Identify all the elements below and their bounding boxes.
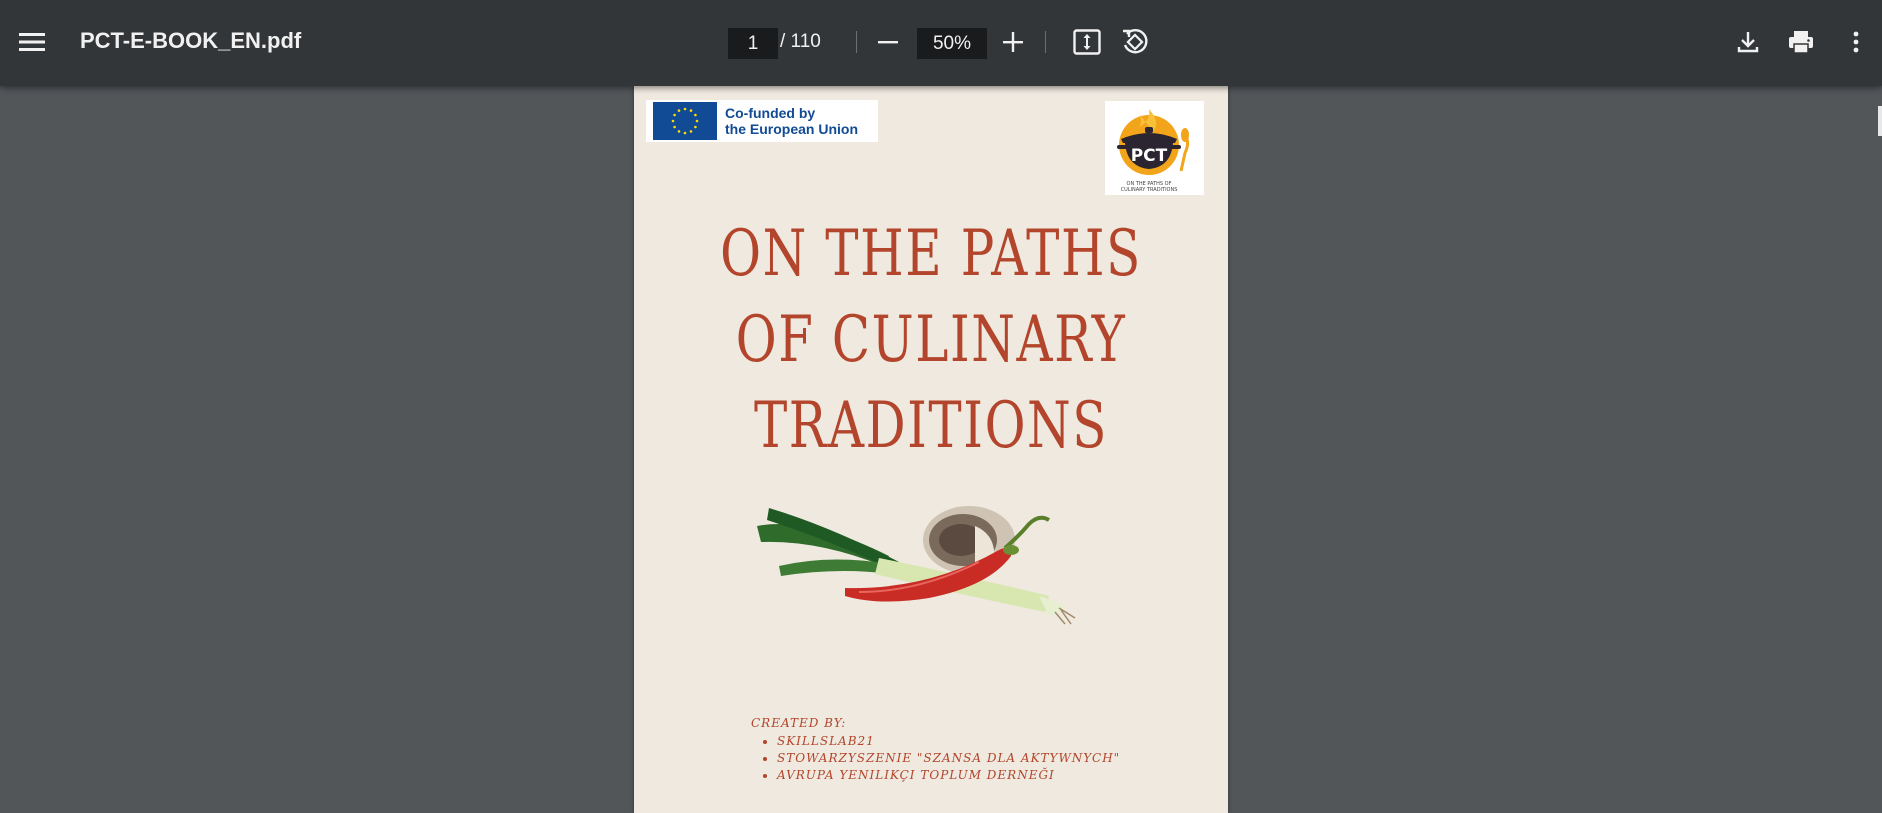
toolbar-divider — [856, 31, 857, 53]
cover-title: ON THE PATHS OF CULINARY TRADITIONS — [699, 211, 1162, 469]
eu-logo-text: Co-funded by the European Union — [725, 105, 858, 137]
zoom-level-input[interactable] — [917, 28, 987, 59]
creator-item: AVRUPA YENILIKÇI TOPLUM DERNEĞI — [777, 767, 1120, 784]
fit-to-page-button[interactable] — [1065, 20, 1109, 64]
rotate-icon — [1123, 29, 1148, 54]
cover-title-line-1: ON THE PATHS — [720, 217, 1142, 291]
scrollbar-thumb[interactable] — [1878, 106, 1882, 136]
minus-icon — [878, 41, 898, 44]
pdf-toolbar: PCT-E-BOOK_EN.pdf / 110 — [0, 0, 1882, 86]
creators-list: SKILLSLAB21 STOWARZYSZENIE "SZANSA DLA A… — [751, 733, 1120, 784]
cover-title-line-2: OF CULINARY — [735, 303, 1127, 377]
print-button[interactable] — [1779, 20, 1823, 64]
creator-item: SKILLSLAB21 — [777, 733, 1120, 750]
page-number-input[interactable] — [728, 28, 778, 59]
toolbar-divider — [1045, 31, 1046, 53]
zoom-out-button[interactable] — [866, 20, 910, 64]
menu-button[interactable] — [10, 20, 54, 64]
zoom-in-button[interactable] — [991, 20, 1035, 64]
fit-to-page-icon — [1073, 29, 1101, 55]
pdf-page-1: Co-funded by the European Union PCT ON T… — [634, 86, 1228, 813]
eu-logo-line-1: Co-funded by — [725, 105, 816, 121]
download-icon — [1737, 32, 1759, 53]
pct-logo-caption-2: CULINARY TRADITIONS — [1121, 187, 1178, 193]
file-name: PCT-E-BOOK_EN.pdf — [80, 28, 302, 53]
eu-cofunded-logo: Co-funded by the European Union — [646, 100, 878, 142]
hamburger-menu-icon — [19, 33, 45, 51]
pct-logo: PCT ON THE PATHS OF CULINARY TRADITIONS — [1105, 101, 1204, 195]
pct-pot-logo-icon: PCT ON THE PATHS OF CULINARY TRADITIONS — [1117, 109, 1190, 193]
credits-block: CREATED BY: SKILLSLAB21 STOWARZYSZENIE "… — [751, 716, 1120, 784]
creator-item: STOWARZYSZENIE "SZANSA DLA AKTYWNYCH" — [777, 750, 1120, 767]
more-actions-button[interactable] — [1834, 20, 1878, 64]
page-total: / 110 — [780, 31, 821, 52]
download-button[interactable] — [1726, 20, 1770, 64]
vegetables-illustration — [757, 506, 1076, 625]
eu-flag-icon — [653, 102, 717, 140]
rotate-button[interactable] — [1113, 20, 1157, 64]
eu-logo-line-2: the European Union — [725, 121, 858, 137]
pct-logo-text: PCT — [1131, 146, 1168, 166]
plus-icon — [1003, 32, 1023, 52]
printer-icon — [1789, 31, 1813, 54]
cover-title-line-3: TRADITIONS — [753, 389, 1109, 463]
created-by-label: CREATED BY: — [751, 716, 847, 730]
vertical-dots-icon — [1853, 31, 1859, 53]
